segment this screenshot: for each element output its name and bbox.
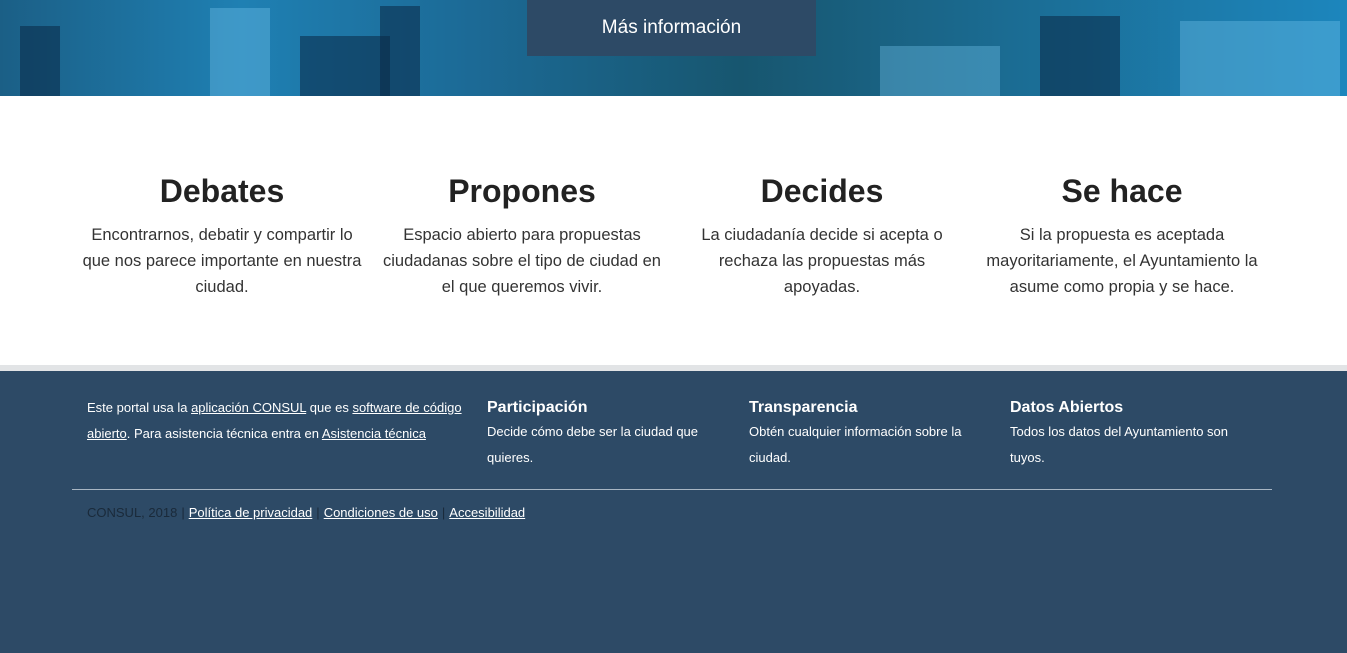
footer-col-datos-abiertos: Datos Abiertos Todos los datos del Ayunt…: [1010, 397, 1250, 471]
step-title: Se hace: [1061, 173, 1183, 209]
hero-building: [1180, 21, 1340, 96]
hero-building: [1040, 16, 1120, 96]
about-text: Este portal usa la: [87, 400, 192, 415]
more-info-button[interactable]: Más información: [527, 0, 816, 56]
hero-banner: Más información: [0, 0, 1347, 96]
separator: |: [316, 505, 320, 520]
step-decides: Decides La ciudadanía decide si acepta o…: [672, 96, 972, 300]
copyright-text: CONSUL, 2018: [87, 505, 178, 520]
about-text: . Para asistencia técnica entra en: [126, 426, 322, 441]
step-text: Espacio abierto para propuestas ciudadan…: [383, 226, 661, 296]
footer-col-transparencia: Transparencia Obtén cualquier informació…: [749, 397, 989, 471]
separator: |: [441, 505, 446, 520]
footer-col-title: Participación: [487, 399, 588, 416]
step-title: Debates: [159, 173, 285, 209]
hero-building: [20, 26, 60, 96]
step-propones: Propones Espacio abierto para propuestas…: [372, 96, 672, 300]
footer: Este portal usa la aplicación CONSUL que…: [0, 371, 1347, 653]
step-title: Propones: [448, 173, 596, 209]
footer-col-text: Decide cómo debe ser la ciudad que quier…: [487, 424, 699, 465]
step-debates: Debates Encontrarnos, debatir y comparti…: [72, 96, 372, 300]
footer-col-participacion: Participación Decide cómo debe ser la ci…: [487, 397, 727, 471]
accessibility-link[interactable]: Accesibilidad: [449, 505, 525, 520]
step-text: La ciudadanía decide si acepta o rechaza…: [701, 226, 943, 296]
consul-app-link[interactable]: aplicación CONSUL: [191, 400, 306, 415]
tech-support-link[interactable]: Asistencia técnica: [322, 426, 426, 441]
step-title: Decides: [760, 173, 884, 209]
process-steps: Debates Encontrarnos, debatir y comparti…: [0, 96, 1347, 365]
footer-about: Este portal usa la aplicación CONSUL que…: [87, 395, 467, 447]
footer-col-title: Transparencia: [749, 399, 858, 416]
about-text: que es: [306, 400, 353, 415]
footer-bottom-bar: CONSUL, 2018 | Política de privacidad | Cond…: [87, 504, 525, 522]
step-se-hace: Se hace Si la propuesta es aceptada mayo…: [972, 96, 1272, 300]
footer-col-text: Obtén cualquier información sobre la ciu…: [749, 424, 962, 465]
hero-building: [380, 6, 420, 96]
hero-building: [210, 8, 270, 96]
hero-building: [300, 36, 390, 96]
privacy-policy-link[interactable]: Política de privacidad: [189, 505, 313, 520]
step-text: Encontrarnos, debatir y compartir lo que…: [82, 226, 362, 296]
footer-col-text: Todos los datos del Ayuntamiento son tuy…: [1010, 424, 1229, 465]
separator: |: [181, 505, 185, 520]
footer-col-title: Datos Abiertos: [1010, 399, 1124, 416]
step-text: Si la propuesta es aceptada mayoritariam…: [986, 226, 1258, 296]
hero-building: [880, 46, 1000, 96]
terms-of-use-link[interactable]: Condiciones de uso: [324, 505, 438, 520]
footer-divider: [72, 489, 1272, 490]
